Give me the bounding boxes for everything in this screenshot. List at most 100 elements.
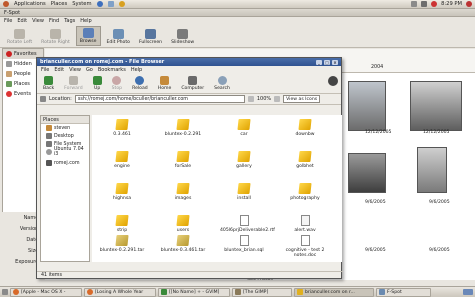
file-item[interactable]: photography [281,183,329,219]
network-icon[interactable] [411,1,418,7]
browser-menu-go[interactable]: Go [86,67,93,73]
file-item[interactable]: bluntex-0.2.291.tar [98,235,146,271]
place-ubuntu[interactable]: Ubuntu 7.04 i3 [41,147,89,157]
help-launcher-icon[interactable] [118,1,125,7]
browser-status: 41 items [37,271,343,279]
stop-button[interactable]: Stop [109,75,125,92]
fspot-menu-help[interactable]: Help [80,18,91,24]
task-apple[interactable]: [Apple - Mac OS X - [10,287,82,297]
menu-applications[interactable]: Applications [14,1,46,7]
edit-photo-button[interactable]: Edit Photo [104,28,133,46]
show-desktop-icon[interactable] [2,289,8,295]
place-steven[interactable]: steven [41,124,89,132]
task-file-browser[interactable]: brianculler.com on r... [294,287,374,297]
maximize-button[interactable]: □ [324,59,330,65]
file-item[interactable]: bluntex-0.2.291 [159,119,207,155]
photo-thumbnail[interactable] [410,81,462,131]
place-romej[interactable]: romej.com [41,159,89,167]
menu-places[interactable]: Places [51,1,68,7]
clock[interactable]: 8:29 PM [441,1,462,7]
file-item[interactable]: bluntex_brian.sql [220,235,268,271]
photo-date: 9/6/2005 [365,248,386,253]
mail-launcher-icon[interactable] [107,1,114,7]
photo-thumbnail[interactable] [417,147,447,193]
view-mode-select[interactable]: View as Icons [283,95,321,103]
browser-titlebar[interactable]: brianculler.com on romej.com - File Brow… [37,58,341,66]
volume-icon[interactable] [421,1,428,7]
fspot-menu-edit[interactable]: Edit [17,18,27,24]
stop-icon [112,76,122,85]
minimize-button[interactable]: _ [316,59,322,65]
workspace-switcher-icon[interactable] [463,289,473,295]
task-fspot[interactable]: F-Spot [376,287,431,297]
computer-button[interactable]: Computer [178,75,207,92]
browser-menu-help[interactable]: Help [131,67,142,73]
ubuntu-logo-icon[interactable] [3,1,9,7]
throbber-icon [328,76,338,86]
fspot-menu-tags[interactable]: Tags [64,18,75,24]
task-gvim[interactable]: [[No Name] + - GVIM] [158,287,230,297]
browse-button[interactable]: Browse [75,26,101,46]
file-item[interactable]: highnsa [98,183,146,219]
slideshow-button[interactable]: Slideshow [168,28,197,46]
location-toggle-icon[interactable] [40,96,46,102]
file-grid[interactable]: 0.3.461 bluntex-0.2.291 car downbw engin… [92,115,342,262]
fspot-menu-view[interactable]: View [32,18,44,24]
forward-arrow-icon [68,76,78,85]
file-item[interactable]: images [159,183,207,219]
fspot-menu-file[interactable]: File [4,18,12,24]
file-item[interactable]: engine [98,151,146,187]
logout-icon[interactable] [466,1,472,7]
timeline-year: 2004 [371,65,384,70]
photo-date: 9/6/2005 [429,200,450,205]
file-item[interactable]: forSale [159,151,207,187]
file-item[interactable]: cognitive - test 2 notes.doc [281,235,329,271]
back-button[interactable]: Back [40,75,57,92]
browser-menu-bookmarks[interactable]: Bookmarks [98,67,126,73]
task-gimp[interactable]: [The GIMP] [232,287,292,297]
places-header[interactable]: Places [41,116,89,124]
firefox-launcher-icon[interactable] [96,1,103,7]
browser-toolbar: Back Forward Up Stop Reload Home Compute… [37,74,341,94]
fspot-menu-find[interactable]: Find [49,18,59,24]
file-item[interactable]: install [220,183,268,219]
search-button[interactable]: Search [211,75,233,92]
reload-button[interactable]: Reload [129,75,151,92]
file-item[interactable]: golbhet [281,151,329,187]
photo-thumbnail[interactable] [348,81,386,131]
folder-icon [115,183,129,194]
places-icon [6,81,12,87]
folder-icon [237,151,251,162]
back-arrow-icon [44,76,54,85]
rotate-right-button[interactable]: Rotate Right [38,28,73,46]
events-icon [6,91,12,97]
browser-menu-edit[interactable]: Edit [54,67,64,73]
menu-system[interactable]: System [72,1,91,7]
home-button[interactable]: Home [155,75,175,92]
location-input[interactable]: ssh://romej.com/home/bculler/brianculler… [74,95,245,103]
file-item[interactable]: bluntex-0.3.461.tar [159,235,207,271]
photo-thumbnail[interactable] [348,153,386,193]
zoom-level[interactable]: 100% [257,96,271,102]
browser-menu-view[interactable]: View [69,67,81,73]
up-button[interactable]: Up [90,75,105,92]
zoom-out-icon[interactable] [247,96,254,102]
archive-icon [115,235,129,246]
zoom-in-icon[interactable] [274,96,281,102]
firefox-icon [87,289,93,295]
file-item[interactable]: 0.3.461 [98,119,146,155]
task-losing[interactable]: [Losing A Whole Year [84,287,156,297]
place-desktop[interactable]: Desktop [41,132,89,140]
file-item[interactable]: downbw [281,119,329,155]
file-item[interactable]: car [220,119,268,155]
forward-button[interactable]: Forward [61,75,85,92]
close-button[interactable]: × [332,59,338,65]
rotate-left-button[interactable]: Rotate Left [4,28,35,46]
rotate-left-icon [14,29,26,39]
browser-menu-file[interactable]: File [41,67,49,73]
file-item[interactable]: gallery [220,151,268,187]
fullscreen-button[interactable]: Fullscreen [136,28,165,46]
update-notifier-icon[interactable] [431,1,438,7]
location-bar: Location: ssh://romej.com/home/bculler/b… [37,94,341,105]
hidden-icon [6,61,12,67]
